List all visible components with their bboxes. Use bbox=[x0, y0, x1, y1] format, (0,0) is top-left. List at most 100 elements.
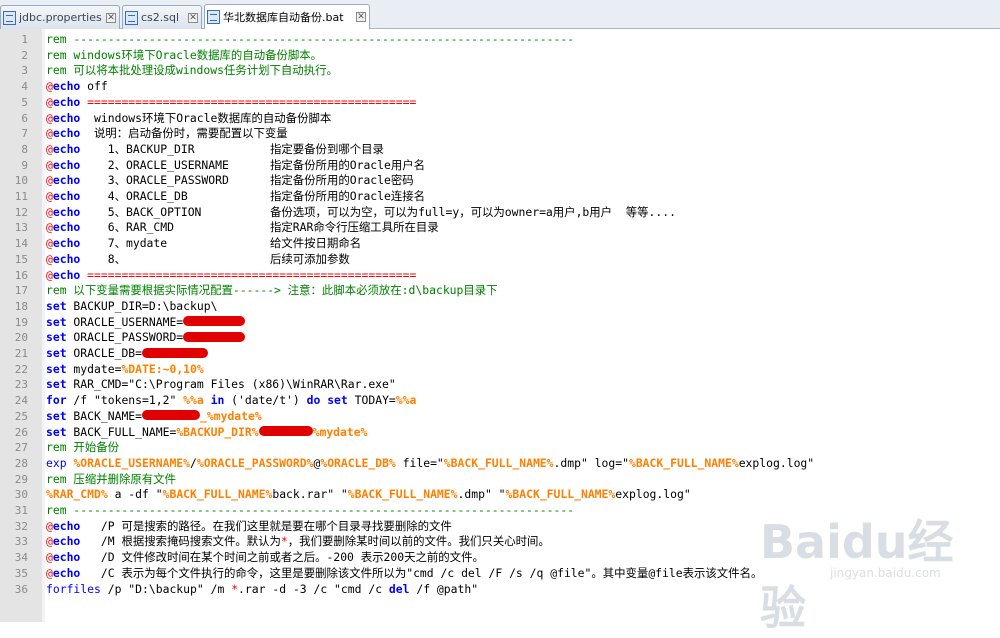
line-number: 36 bbox=[14, 582, 28, 596]
keyword: echo bbox=[52, 251, 81, 266]
code-line: 9 @echo 2、ORACLE_USERNAME 指定备份所用的Oracle用户… bbox=[0, 158, 1000, 174]
code-text: ('date/t') bbox=[224, 393, 307, 408]
redaction-mark bbox=[183, 316, 246, 327]
tab-label: cs2.sql bbox=[141, 11, 180, 24]
redaction-mark bbox=[142, 410, 201, 421]
code-text: /f @path" bbox=[409, 581, 479, 596]
operator: * bbox=[280, 534, 288, 549]
keyword: echo bbox=[52, 565, 81, 580]
line-number: 33 bbox=[14, 535, 28, 549]
keyword: echo bbox=[52, 110, 81, 125]
tab-jdbc-properties[interactable]: jdbc.properties ✕ bbox=[0, 5, 120, 29]
keyword: in bbox=[203, 393, 225, 408]
code-text: BACK_NAME= bbox=[66, 408, 143, 423]
at-symbol: @ bbox=[46, 534, 53, 549]
tab-label: jdbc.properties bbox=[19, 11, 102, 24]
keyword: set bbox=[46, 424, 67, 439]
code-line: 1 rem -----------------------------------… bbox=[0, 32, 1000, 48]
line-number: 16 bbox=[14, 268, 28, 282]
line-number: 21 bbox=[14, 347, 28, 360]
code-line: 10 @echo 3、ORACLE_PASSWORD 指定备份所用的Oracle密… bbox=[0, 173, 1000, 189]
close-icon[interactable]: ✕ bbox=[356, 12, 366, 22]
keyword: echo bbox=[52, 550, 81, 565]
redaction-mark bbox=[258, 426, 313, 436]
comment-text: rem 以下变量需要根据实际情况配置------> 注意：此脚本必须放在:d\b… bbox=[46, 283, 498, 298]
command: forfiles bbox=[46, 581, 101, 596]
line-number: 8 bbox=[21, 142, 28, 156]
line-number: 30 bbox=[14, 488, 28, 502]
variable: %BACK_FULL_NAME% bbox=[443, 455, 554, 470]
comment-text: rem 开始备份 bbox=[46, 440, 119, 455]
variable: %BACK_FULL_NAME% bbox=[347, 487, 458, 502]
code-text: 3、ORACLE_PASSWORD 指定备份所用的Oracle密码 bbox=[80, 173, 414, 188]
variable: %BACK_FULL_NAME% bbox=[505, 487, 616, 502]
at-symbol: @ bbox=[46, 236, 53, 251]
code-line: 13 @echo 6、RAR_CMD 指定RAR命令行压缩工具所在目录 bbox=[0, 220, 1000, 236]
keyword: set bbox=[46, 377, 67, 392]
code-text: 4、ORACLE_DB 指定备份所用的Oracle连接名 bbox=[80, 189, 426, 203]
code-text: off bbox=[80, 79, 108, 94]
variable: %%a bbox=[395, 393, 417, 408]
line-number: 1 bbox=[21, 33, 28, 46]
line-number: 23 bbox=[14, 378, 28, 392]
at-symbol: @ bbox=[46, 204, 53, 219]
at-symbol: @ bbox=[46, 126, 53, 141]
comment-text: rem ------------------------------------… bbox=[46, 32, 575, 46]
keyword: echo bbox=[52, 518, 81, 533]
code-line: 4 @echo off bbox=[0, 79, 1000, 95]
code-line: 19 set ORACLE_USERNAME= bbox=[0, 315, 1000, 331]
code-text: /p "D:\backup" /m bbox=[100, 581, 232, 596]
code-text: ORACLE_USERNAME= bbox=[66, 314, 184, 329]
comment-text: rem 可以将本批处理设成windows任务计划下自动执行。 bbox=[46, 63, 338, 78]
code-text: / bbox=[190, 455, 197, 470]
code-line: 6 @echo windows环境下Oracle数据库的自动备份脚本 bbox=[0, 111, 1000, 127]
code-line: 21 set ORACLE_DB= bbox=[0, 346, 1000, 362]
line-number: 19 bbox=[14, 315, 28, 329]
tab-backup-bat[interactable]: 华北数据库自动备份.bat ✕ bbox=[204, 4, 370, 29]
watermark: Baidu经验 jingyan.baidu.com bbox=[760, 506, 990, 635]
variable: %ORACLE_DB% bbox=[320, 455, 396, 470]
line-number: 22 bbox=[14, 362, 28, 376]
code-line: 28 exp %ORACLE_USERNAME%/%ORACLE_PASSWORD… bbox=[0, 456, 1000, 472]
close-icon[interactable]: ✕ bbox=[188, 12, 198, 23]
code-line: 26 set BACK_FULL_NAME=%BACKUP_DIR% %mydate… bbox=[0, 425, 1000, 441]
code-line: 3 rem 可以将本批处理设成windows任务计划下自动执行。 bbox=[0, 63, 1000, 79]
code-text: 6、RAR_CMD 指定RAR命令行压缩工具所在目录 bbox=[80, 220, 439, 235]
at-symbol: @ bbox=[46, 94, 53, 109]
file-icon bbox=[125, 10, 138, 25]
tab-cs2-sql[interactable]: cs2.sql ✕ bbox=[122, 5, 202, 29]
at-symbol: @ bbox=[46, 518, 53, 533]
variable: %BACK_FULL_NAME% bbox=[628, 455, 739, 470]
code-line: 29 rem 压缩并删除原有文件 bbox=[0, 472, 1000, 488]
code-text: explog.log" bbox=[615, 487, 691, 502]
code-text: /f "tokens=1,2" bbox=[66, 393, 184, 408]
code-text: 1、BACKUP_DIR 指定要备份到哪个目录 bbox=[80, 141, 384, 156]
line-number: 3 bbox=[21, 64, 28, 78]
at-symbol: @ bbox=[46, 141, 53, 156]
line-number: 27 bbox=[14, 441, 28, 455]
close-icon[interactable]: ✕ bbox=[106, 12, 116, 23]
at-symbol: @ bbox=[46, 267, 53, 282]
code-text: BACK_FULL_NAME= bbox=[66, 424, 177, 439]
code-text: /M 根据搜索掩码搜索文件。默认为 bbox=[80, 534, 281, 549]
line-number: 29 bbox=[14, 472, 28, 486]
at-symbol: @ bbox=[46, 251, 53, 266]
code-text: ========================================… bbox=[80, 267, 417, 282]
comment-text: rem windows环境下Oracle数据库的自动备份脚本。 bbox=[46, 47, 323, 62]
code-text: 5、BACK_OPTION 备份选项，可以为空，可以为full=y，可以为own… bbox=[80, 204, 676, 219]
comment-text: rem 压缩并删除原有文件 bbox=[46, 471, 176, 486]
code-text: 2、ORACLE_USERNAME 指定备份所用的Oracle用户名 bbox=[80, 157, 426, 172]
tab-label: 华北数据库自动备份.bat bbox=[223, 11, 344, 24]
code-text: ，我们要删除某时间以前的文件。我们只关心时间。 bbox=[287, 534, 550, 549]
code-text: BACKUP_DIR=D:\backup\ bbox=[66, 298, 218, 313]
line-number: 4 bbox=[21, 80, 28, 94]
line-number: 24 bbox=[14, 394, 28, 408]
line-number: 26 bbox=[14, 425, 28, 439]
keyword: echo bbox=[52, 236, 81, 251]
code-text: a -df " bbox=[107, 487, 163, 502]
code-line: 22 set mydate=%DATE:~0,10% bbox=[0, 362, 1000, 378]
at-symbol: @ bbox=[46, 550, 53, 565]
code-line: 24 for /f "tokens=1,2" %%a in ('date/t') … bbox=[0, 393, 1000, 409]
line-number: 15 bbox=[14, 252, 28, 266]
code-text: 7、mydate 给文件按日期命名 bbox=[80, 236, 362, 251]
